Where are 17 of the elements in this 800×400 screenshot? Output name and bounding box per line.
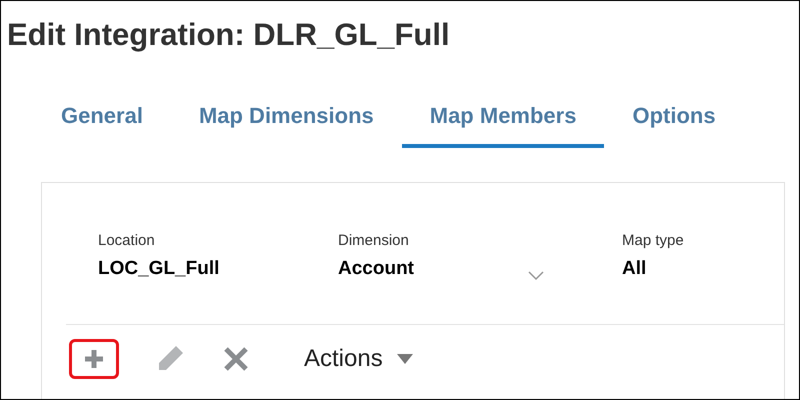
field-label: Location bbox=[98, 231, 155, 251]
page-title: Edit Integration: DLR_GL_Full bbox=[6, 16, 450, 54]
tab[interactable]: Map Dimensions bbox=[170, 95, 402, 148]
tab[interactable]: General bbox=[33, 95, 171, 148]
field-value: All bbox=[622, 257, 646, 281]
tab[interactable]: Map Members bbox=[402, 95, 604, 148]
field-value[interactable]: Account bbox=[338, 257, 414, 281]
plus-icon bbox=[83, 348, 105, 370]
add-button[interactable] bbox=[69, 339, 119, 379]
caret-down-icon bbox=[396, 354, 413, 364]
close-icon[interactable] bbox=[223, 346, 249, 372]
actions-menu-button[interactable]: Actions bbox=[304, 341, 413, 377]
chevron-down-icon[interactable] bbox=[528, 271, 544, 281]
field-label: Dimension bbox=[338, 231, 409, 251]
field-value: LOC_GL_Full bbox=[98, 257, 220, 281]
tab[interactable]: Options bbox=[604, 95, 744, 148]
field-label: Map type bbox=[622, 231, 684, 251]
